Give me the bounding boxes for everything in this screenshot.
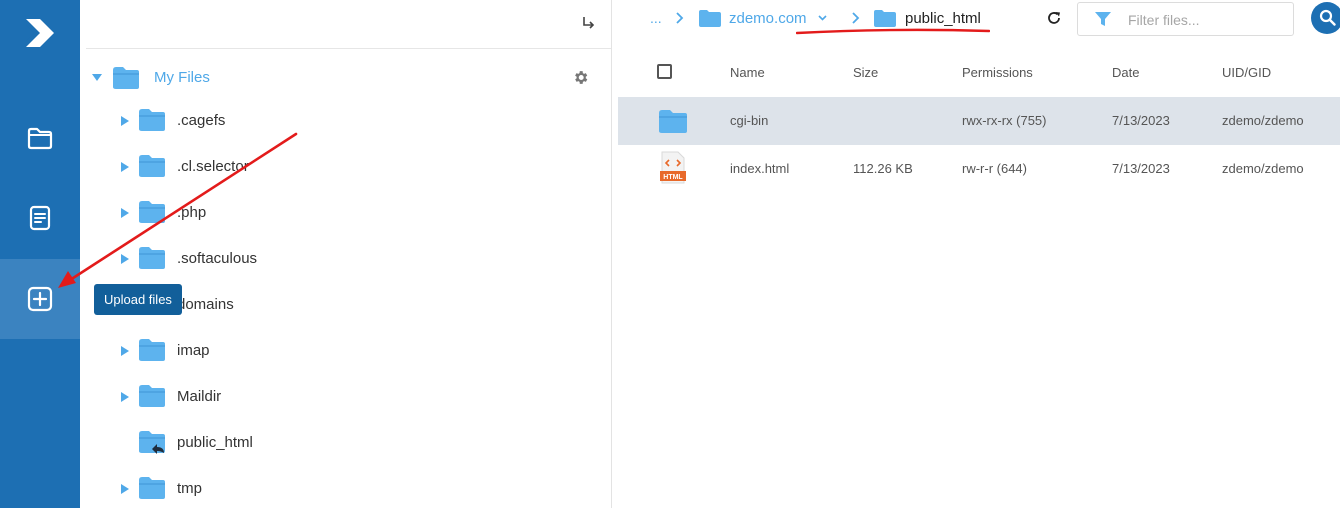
filter-funnel-icon <box>1095 12 1111 26</box>
cell-date: 7/13/2023 <box>1112 113 1170 128</box>
tree-root-label: My Files <box>154 69 210 86</box>
chevron-right-icon <box>676 12 684 24</box>
folder-icon <box>139 339 165 361</box>
nav-file-manager-button[interactable] <box>0 98 80 178</box>
caret-right-icon[interactable] <box>120 346 130 356</box>
gear-icon[interactable] <box>572 69 589 86</box>
folder-icon <box>139 247 165 269</box>
html-badge-text: HTML <box>663 174 683 181</box>
tree-item-php[interactable]: .php <box>120 190 580 236</box>
plus-square-icon <box>27 286 53 312</box>
tree-item-label: imap <box>177 342 210 359</box>
refresh-icon[interactable] <box>1046 10 1062 26</box>
file-list-pane: ... zdemo.com public_html Name Size Perm… <box>612 0 1340 508</box>
document-icon <box>29 205 51 231</box>
tree-item-public-html[interactable]: public_html <box>120 420 580 466</box>
caret-down-icon[interactable] <box>92 72 102 82</box>
column-header-date[interactable]: Date <box>1112 65 1139 80</box>
tree-item-cl-selector[interactable]: .cl.selector <box>120 144 580 190</box>
caret-right-icon[interactable] <box>120 208 130 218</box>
caret-right-icon[interactable] <box>120 116 130 126</box>
nav-rail <box>0 0 80 508</box>
tree-item-imap[interactable]: imap <box>120 328 580 374</box>
folder-icon <box>139 385 165 407</box>
tree-item-domains[interactable]: domains <box>120 282 580 328</box>
cell-permissions: rw-r-r (644) <box>962 161 1027 176</box>
caret-right-icon[interactable] <box>120 162 130 172</box>
tree-item-label: domains <box>177 296 234 313</box>
column-header-name[interactable]: Name <box>730 65 765 80</box>
folder-icon <box>874 10 896 27</box>
html-file-icon: HTML <box>660 151 686 184</box>
table-header: Name Size Permissions Date UID/GID <box>612 48 1340 96</box>
tree-item-label: Maildir <box>177 388 222 405</box>
caret-right-icon[interactable] <box>120 484 130 494</box>
cell-date: 7/13/2023 <box>1112 161 1170 176</box>
folder-icon <box>139 109 165 131</box>
folder-icon <box>139 477 165 499</box>
folder-link-icon <box>139 431 165 454</box>
column-header-permissions[interactable]: Permissions <box>962 65 1033 80</box>
tree-root-my-files[interactable]: My Files <box>92 58 611 98</box>
tree-item-label: .softaculous <box>177 250 258 267</box>
nav-editor-button[interactable] <box>0 178 80 258</box>
search-icon <box>1319 9 1336 26</box>
cell-name: index.html <box>730 161 790 176</box>
folder-icon <box>139 201 165 223</box>
folder-icon <box>113 67 139 89</box>
upload-files-tooltip: Upload files <box>94 284 182 315</box>
tree-item-label: .php <box>177 204 207 221</box>
filter-box <box>1077 2 1294 36</box>
cell-permissions: rwx-rx-rx (755) <box>962 113 1047 128</box>
filter-input[interactable] <box>1126 8 1290 32</box>
column-header-size[interactable]: Size <box>853 65 878 80</box>
cell-size: 112.26 KB <box>853 161 913 176</box>
annotation-underline <box>796 28 990 35</box>
caret-right-icon[interactable] <box>120 254 130 264</box>
column-header-uid[interactable]: UID/GID <box>1222 65 1271 80</box>
breadcrumb-current: public_html <box>905 10 981 27</box>
folder-icon <box>139 155 165 177</box>
nav-upload-button[interactable] <box>0 259 80 339</box>
search-button[interactable] <box>1311 2 1340 34</box>
tree-item-label: .cagefs <box>177 112 226 129</box>
folder-icon <box>659 110 687 133</box>
folder-tree-panel: My Files .cagefs .cl.selector .php .soft… <box>80 0 611 508</box>
breadcrumb-domain[interactable]: zdemo.com <box>729 10 807 27</box>
tree-item-cagefs[interactable]: .cagefs <box>120 98 580 144</box>
cell-uid: zdemo/zdemo <box>1222 161 1304 176</box>
collapse-panel-icon[interactable] <box>579 14 597 32</box>
table-row[interactable]: HTML index.html 112.26 KB rw-r-r (644) 7… <box>618 145 1340 193</box>
tree-toolbar <box>86 0 611 49</box>
tree-item-label: public_html <box>177 434 253 451</box>
select-all-checkbox[interactable] <box>657 64 672 79</box>
chevron-right-icon <box>852 12 860 24</box>
tree-item-softaculous[interactable]: .softaculous <box>120 236 580 282</box>
tree-item-tmp[interactable]: tmp <box>120 466 580 512</box>
breadcrumb-more[interactable]: ... <box>650 10 662 26</box>
table-row[interactable]: cgi-bin rwx-rx-rx (755) 7/13/2023 zdemo/… <box>618 97 1340 145</box>
tree-item-label: .cl.selector <box>177 158 249 175</box>
folder-outline-icon <box>27 127 53 150</box>
app-logo-icon[interactable] <box>22 15 58 51</box>
cell-name: cgi-bin <box>730 113 769 128</box>
tree-item-maildir[interactable]: Maildir <box>120 374 580 420</box>
cell-uid: zdemo/zdemo <box>1222 113 1304 128</box>
folder-icon <box>699 10 721 27</box>
tree-item-label: tmp <box>177 480 203 497</box>
chevron-down-icon[interactable] <box>818 13 827 22</box>
caret-right-icon[interactable] <box>120 392 130 402</box>
